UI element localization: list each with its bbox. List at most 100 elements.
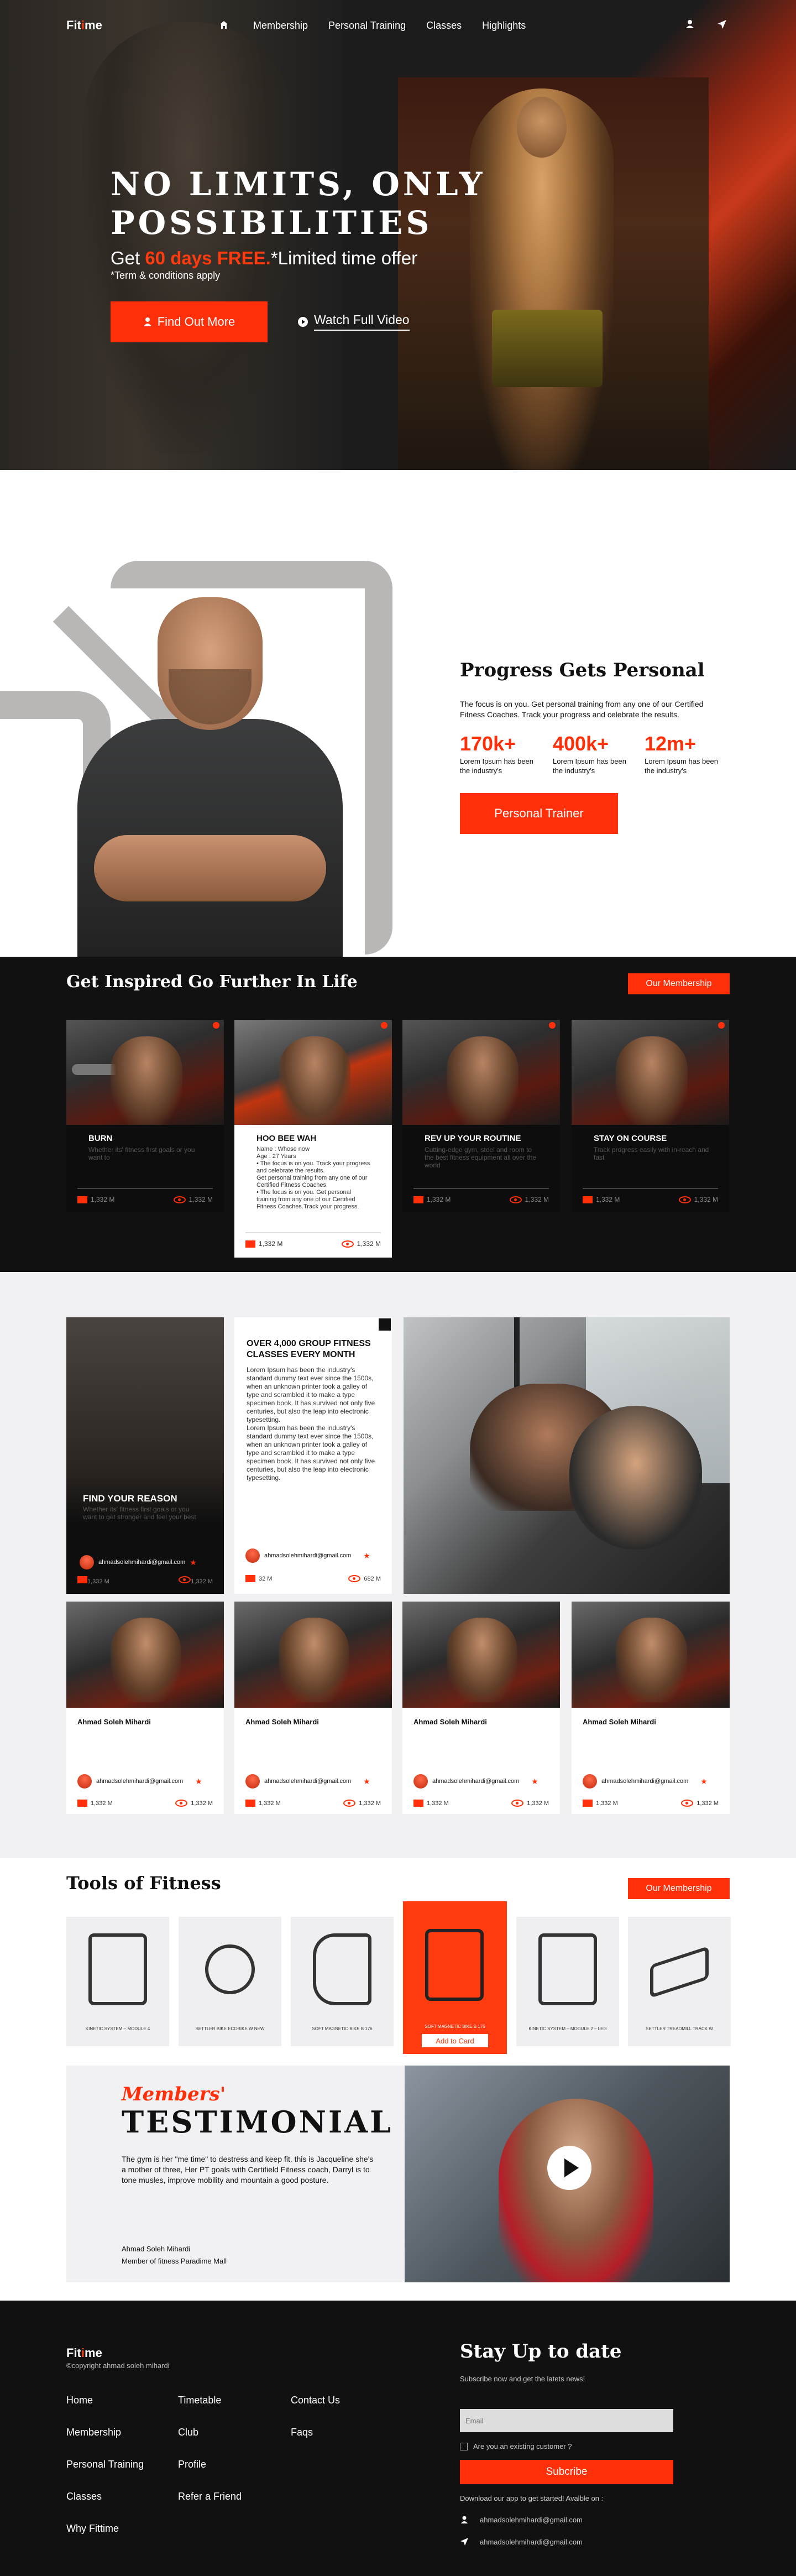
footer-link-refer-friend[interactable]: Refer a Friend bbox=[178, 2491, 242, 2504]
avatar[interactable] bbox=[245, 1774, 260, 1788]
author-email[interactable]: ahmadsolehmihardi@gmail.com bbox=[432, 1778, 519, 1785]
view-value: 682 M bbox=[364, 1575, 381, 1582]
nav-classes[interactable]: Classes bbox=[426, 20, 462, 32]
share-icon[interactable] bbox=[379, 1318, 391, 1331]
author-email[interactable]: ahmadsolehmihardi@gmail.com bbox=[98, 1559, 185, 1566]
checkbox-icon[interactable] bbox=[460, 2442, 468, 2450]
avatar[interactable] bbox=[80, 1555, 94, 1569]
heart-icon[interactable] bbox=[381, 1022, 387, 1029]
view-count[interactable]: 1,332 M bbox=[681, 1800, 719, 1807]
contact-email[interactable]: ahmadsolehmihardi@gmail.com bbox=[480, 2538, 583, 2546]
member-card[interactable]: Ahmad Soleh Mihardi ahmadsolehmihardi@gm… bbox=[66, 1602, 224, 1814]
footer-link-profile[interactable]: Profile bbox=[178, 2459, 242, 2472]
author-email[interactable]: ahmadsolehmihardi@gmail.com bbox=[96, 1778, 183, 1785]
offer-highlight: 60 days FREE. bbox=[145, 248, 271, 268]
eye-icon bbox=[511, 1800, 524, 1807]
mail-icon bbox=[245, 1575, 255, 1582]
eye-icon bbox=[509, 1196, 522, 1203]
view-count[interactable]: 1,332 M bbox=[341, 1240, 381, 1248]
member-card[interactable]: Ahmad Soleh Mihardi ahmadsolehmihardi@gm… bbox=[234, 1602, 392, 1814]
find-out-more-button[interactable]: Find Out More bbox=[111, 301, 268, 342]
mail-count[interactable]: 1,332 M bbox=[245, 1800, 281, 1807]
watch-video-button[interactable]: Watch Full Video bbox=[297, 312, 410, 331]
tool-card[interactable]: KINETIC SYSTEM – MODULE 2 – LEG bbox=[516, 1917, 619, 2046]
footer-logo[interactable]: Fitime bbox=[66, 2346, 102, 2360]
member-card[interactable]: Ahmad Soleh Mihardi ahmadsolehmihardi@gm… bbox=[572, 1602, 730, 1814]
heart-icon[interactable] bbox=[213, 1022, 219, 1029]
mail-count[interactable]: 1,332 M bbox=[77, 1800, 113, 1807]
inspire-card[interactable]: REV UP YOUR ROUTINE Cutting-edge gym, st… bbox=[402, 1020, 560, 1212]
star-icon[interactable]: ★ bbox=[190, 1558, 197, 1567]
our-membership-button[interactable]: Our Membership bbox=[628, 973, 730, 994]
hero-athlete-image bbox=[398, 77, 709, 470]
avatar[interactable] bbox=[245, 1548, 260, 1563]
tool-card[interactable]: SOFT MAGNETIC BIKE B 176 bbox=[291, 1917, 394, 2046]
footer-link-home[interactable]: Home bbox=[66, 2395, 144, 2408]
view-count[interactable]: 1,332 M bbox=[678, 1196, 718, 1203]
user-icon[interactable] bbox=[684, 19, 695, 30]
heart-icon[interactable] bbox=[549, 1022, 556, 1029]
view-count[interactable]: 1,332 M bbox=[509, 1196, 549, 1203]
avatar[interactable] bbox=[583, 1774, 597, 1788]
mail-count[interactable]: 1,332 M bbox=[77, 1576, 109, 1585]
view-count[interactable]: 1,332 M bbox=[179, 1576, 213, 1585]
view-count[interactable]: 1,332 M bbox=[511, 1800, 549, 1807]
view-count[interactable]: 1,332 M bbox=[173, 1196, 213, 1203]
footer-link-personal-training[interactable]: Personal Training bbox=[66, 2459, 144, 2472]
mail-count[interactable]: 1,332 M bbox=[413, 1196, 451, 1203]
email-field[interactable] bbox=[460, 2409, 673, 2432]
avatar[interactable] bbox=[413, 1774, 428, 1788]
mail-count[interactable]: 1,332 M bbox=[583, 1196, 620, 1203]
tool-card[interactable]: KINETIC SYSTEM – MODULE 4 bbox=[66, 1917, 169, 2046]
inspire-card[interactable]: HOO BEE WAH Name : Whose now Age : 27 Ye… bbox=[234, 1020, 392, 1258]
author-email[interactable]: ahmadsolehmihardi@gmail.com bbox=[601, 1778, 688, 1785]
testimonial-name: Ahmad Soleh Mihardi bbox=[122, 2245, 191, 2253]
mail-count[interactable]: 1,332 M bbox=[583, 1800, 618, 1807]
nav-personal-training[interactable]: Personal Training bbox=[328, 20, 406, 32]
footer-link-classes[interactable]: Classes bbox=[66, 2491, 144, 2504]
view-count[interactable]: 682 M bbox=[348, 1575, 381, 1582]
mail-count[interactable]: 1,332 M bbox=[77, 1196, 114, 1203]
star-icon[interactable]: ★ bbox=[531, 1777, 538, 1786]
footer-link-contact[interactable]: Contact Us bbox=[291, 2395, 340, 2408]
inspire-card[interactable]: BURN Whether its' fitness first goals or… bbox=[66, 1020, 224, 1212]
send-icon[interactable] bbox=[716, 19, 727, 30]
tool-card[interactable]: SETTLER TREADMILL TRACK W bbox=[628, 1917, 731, 2046]
inspire-card[interactable]: STAY ON COURSE Track progress easily wit… bbox=[572, 1020, 729, 1212]
add-to-cart-button[interactable]: Add to Card bbox=[422, 2034, 488, 2047]
mail-icon bbox=[245, 1240, 255, 1248]
tool-card-featured[interactable]: SOFT MAGNETIC BIKE B 176 Add to Card bbox=[403, 1901, 507, 2054]
author-email[interactable]: ahmadsolehmihardi@gmail.com bbox=[264, 1552, 351, 1559]
logo[interactable]: Fitime bbox=[66, 18, 102, 33]
testimonial-video[interactable] bbox=[405, 2066, 730, 2282]
nav-highlights[interactable]: Highlights bbox=[482, 20, 526, 32]
home-icon[interactable] bbox=[219, 20, 229, 30]
existing-customer-checkbox[interactable]: Are you an existing customer ? bbox=[460, 2442, 572, 2450]
contact-email[interactable]: ahmadsolehmihardi@gmail.com bbox=[480, 2516, 583, 2524]
our-membership-button[interactable]: Our Membership bbox=[628, 1878, 730, 1899]
view-count[interactable]: 1,332 M bbox=[343, 1800, 381, 1807]
star-icon[interactable]: ★ bbox=[363, 1551, 370, 1561]
tool-card[interactable]: SETTLER BIKE ECOBIKE W NEW bbox=[179, 1917, 281, 2046]
footer-link-timetable[interactable]: Timetable bbox=[178, 2395, 242, 2408]
mail-count[interactable]: 1,332 M bbox=[245, 1240, 282, 1248]
star-icon[interactable]: ★ bbox=[195, 1777, 202, 1786]
author-email[interactable]: ahmadsolehmihardi@gmail.com bbox=[264, 1778, 351, 1785]
footer-link-why-fittime[interactable]: Why Fittime bbox=[66, 2523, 144, 2536]
footer-link-club[interactable]: Club bbox=[178, 2427, 242, 2440]
personal-trainer-button[interactable]: Personal Trainer bbox=[460, 793, 618, 834]
footer-link-membership[interactable]: Membership bbox=[66, 2427, 144, 2440]
nav-membership[interactable]: Membership bbox=[253, 20, 308, 32]
footer-link-faqs[interactable]: Faqs bbox=[291, 2427, 340, 2440]
mail-count[interactable]: 1,332 M bbox=[413, 1800, 449, 1807]
avatar[interactable] bbox=[77, 1774, 92, 1788]
star-icon[interactable]: ★ bbox=[363, 1777, 370, 1786]
mail-count[interactable]: 32 M bbox=[245, 1575, 272, 1582]
play-button-icon[interactable] bbox=[547, 2146, 591, 2190]
view-count[interactable]: 1,332 M bbox=[175, 1800, 213, 1807]
heart-icon[interactable] bbox=[718, 1022, 725, 1029]
star-icon[interactable]: ★ bbox=[700, 1777, 708, 1786]
member-card[interactable]: Ahmad Soleh Mihardi ahmadsolehmihardi@gm… bbox=[402, 1602, 560, 1814]
reason-card[interactable]: FIND YOUR REASON Whether its' fitness fi… bbox=[66, 1317, 224, 1594]
subscribe-button[interactable]: Subcribe bbox=[460, 2460, 673, 2484]
